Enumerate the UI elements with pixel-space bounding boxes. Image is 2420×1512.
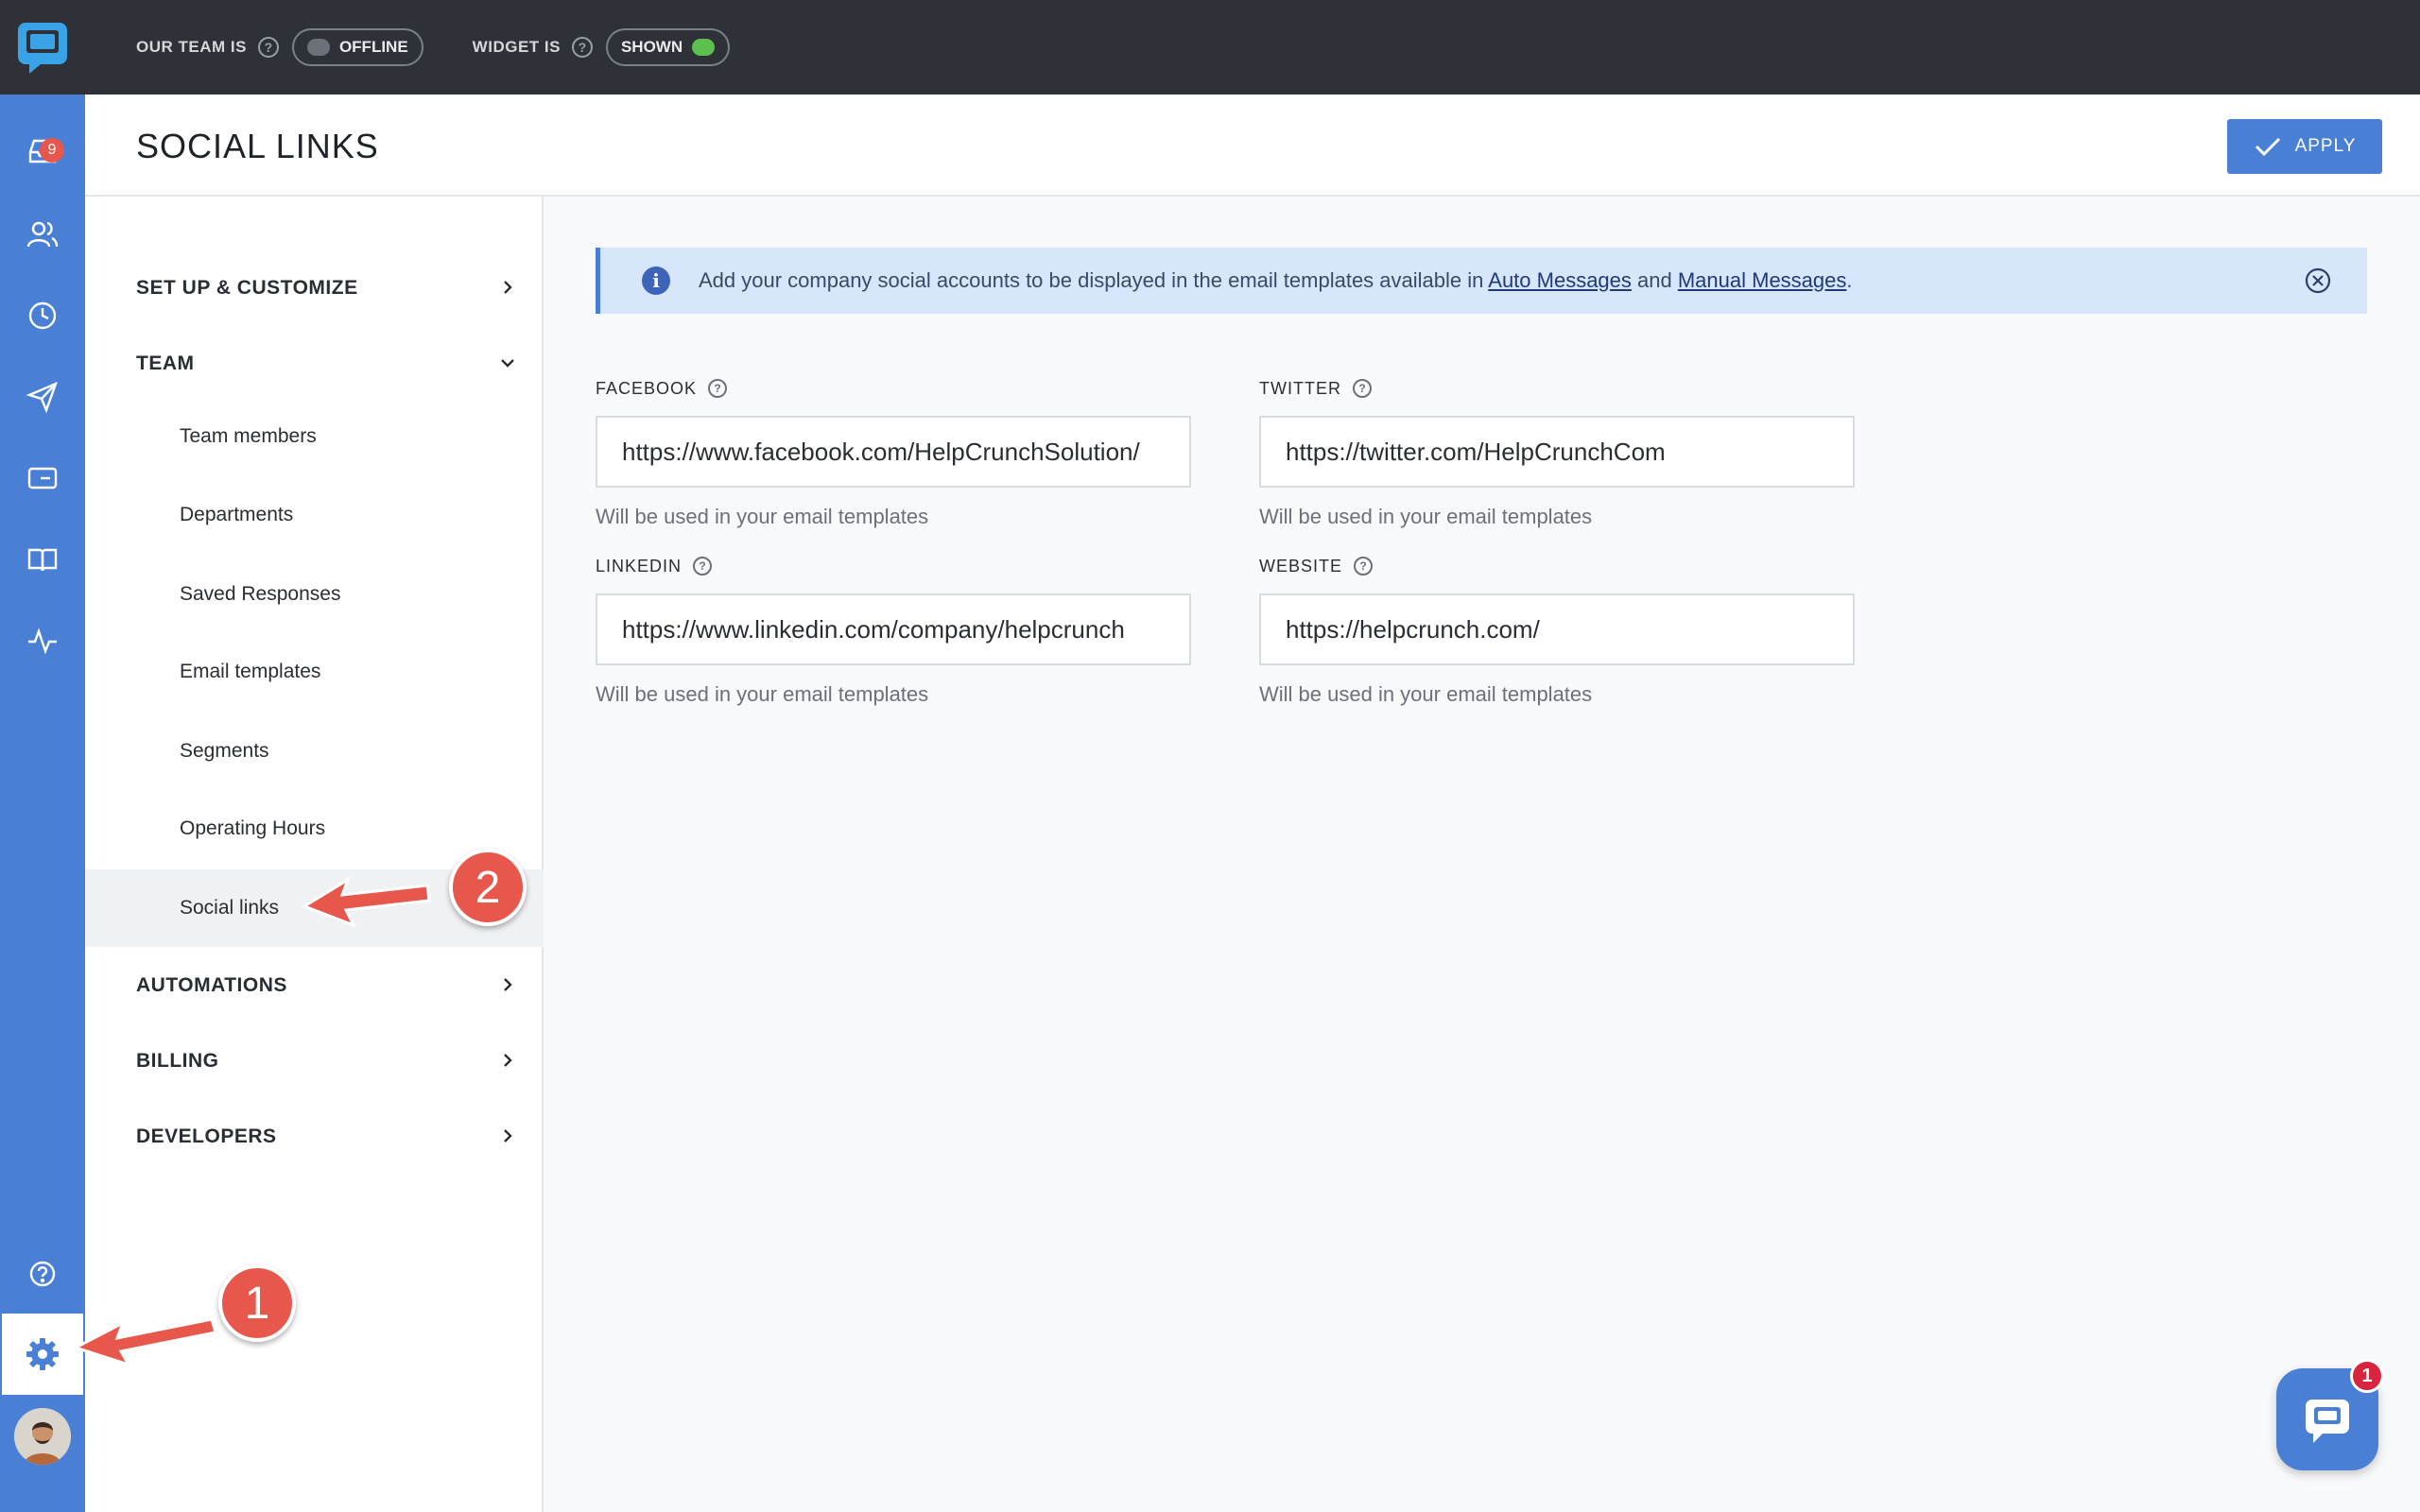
page-header: SOCIAL LINKS APPLY	[85, 94, 2420, 197]
twitter-label-text: TWITTER	[1259, 378, 1341, 398]
website-label: WEBSITE?	[1259, 554, 1855, 578]
toggle-off-indicator	[306, 39, 330, 56]
twitter-field-group: TWITTER? Will be used in your email temp…	[1259, 376, 1855, 529]
twitter-help-text: Will be used in your email templates	[1259, 505, 1593, 528]
section-label: SET UP & CUSTOMIZE	[136, 277, 358, 299]
twitter-input[interactable]	[1259, 416, 1855, 488]
top-bar: OUR TEAM IS ? OFFLINE WIDGET IS ? SHOWN	[85, 0, 2420, 94]
info-banner: i Add your company social accounts to be…	[596, 248, 2367, 314]
chevron-right-icon	[504, 978, 512, 991]
app-logo[interactable]	[0, 0, 85, 94]
main-content: i Add your company social accounts to be…	[544, 197, 2420, 1512]
page-title: SOCIAL LINKS	[136, 127, 379, 165]
facebook-help-icon[interactable]: ?	[708, 379, 728, 398]
team-status-label: OUR TEAM IS	[136, 38, 247, 56]
linkedin-label: LINKEDIN?	[596, 554, 1191, 578]
section-label: BILLING	[136, 1050, 219, 1072]
clock-icon	[28, 301, 57, 330]
website-help-text: Will be used in your email templates	[1259, 682, 1593, 706]
info-icon: i	[642, 266, 670, 295]
chat-logo-icon	[18, 23, 67, 74]
linkedin-field-group: LINKEDIN? Will be used in your email tem…	[596, 554, 1191, 707]
annotation-arrow-1	[72, 1317, 217, 1367]
annotation-step-1: 1	[218, 1264, 296, 1342]
linkedin-input[interactable]	[596, 593, 1191, 665]
chevron-right-icon	[504, 1129, 512, 1143]
linkedin-help-icon[interactable]: ?	[693, 557, 713, 576]
chat-bubble-icon	[2306, 1400, 2349, 1443]
linkedin-label-text: LINKEDIN	[596, 556, 683, 576]
chat-widget-badge: 1	[2350, 1359, 2384, 1393]
widget-button[interactable]	[0, 438, 85, 519]
widget-status-label: WIDGET IS	[472, 38, 561, 56]
section-label: AUTOMATIONS	[136, 974, 287, 996]
close-icon[interactable]	[2305, 267, 2331, 294]
facebook-label-text: FACEBOOK	[596, 378, 698, 398]
apply-button[interactable]: APPLY	[2227, 119, 2382, 174]
reports-button[interactable]	[0, 600, 85, 681]
facebook-input[interactable]	[596, 416, 1191, 488]
knowledge-base-button[interactable]	[0, 519, 85, 600]
avatar-image	[14, 1408, 71, 1465]
annotation-arrow-2	[301, 876, 431, 928]
annotation-step-2: 2	[449, 849, 527, 926]
website-input[interactable]	[1259, 593, 1855, 665]
sidebar-item-saved-responses[interactable]: Saved Responses	[85, 556, 544, 633]
sidebar-item-departments[interactable]: Departments	[85, 476, 544, 554]
widget-icon	[27, 467, 58, 490]
widget-status-toggle[interactable]: SHOWN	[605, 28, 731, 66]
team-status-toggle[interactable]: OFFLINE	[291, 28, 424, 66]
widget-status-help-icon[interactable]: ?	[571, 37, 593, 58]
chevron-down-icon	[501, 359, 514, 368]
website-help-icon[interactable]: ?	[1354, 557, 1374, 576]
auto-messages-link[interactable]: Auto Messages	[1488, 268, 1632, 292]
sidebar-section-developers[interactable]: DEVELOPERS	[85, 1104, 544, 1170]
inbox-badge: 9	[40, 138, 64, 163]
info-banner-text: Add your company social accounts to be d…	[699, 268, 1853, 293]
contacts-button[interactable]	[0, 194, 85, 275]
facebook-field-group: FACEBOOK? Will be used in your email tem…	[596, 376, 1191, 529]
banner-text-start: Add your company social accounts to be d…	[699, 268, 1489, 292]
apply-label: APPLY	[2294, 136, 2357, 156]
sidebar-section-team[interactable]: TEAM	[85, 331, 544, 397]
banner-text-and: and	[1631, 268, 1678, 292]
help-icon	[29, 1261, 56, 1287]
inbox-button[interactable]: 9	[0, 110, 85, 191]
book-icon	[27, 548, 58, 572]
website-field-group: WEBSITE? Will be used in your email temp…	[1259, 554, 1855, 707]
sidebar-item-segments[interactable]: Segments	[85, 713, 544, 790]
team-status-help-icon[interactable]: ?	[257, 37, 279, 58]
twitter-label: TWITTER?	[1259, 376, 1855, 401]
chevron-right-icon	[504, 1054, 512, 1067]
banner-text-period: .	[1846, 268, 1853, 292]
sidebar-item-team-members[interactable]: Team members	[85, 398, 544, 475]
sidebar-section-billing[interactable]: BILLING	[85, 1028, 544, 1094]
messages-button[interactable]	[0, 356, 85, 438]
user-avatar[interactable]	[14, 1408, 71, 1465]
linkedin-help-text: Will be used in your email templates	[596, 682, 929, 706]
toggle-on-indicator	[692, 39, 716, 56]
history-button[interactable]	[0, 275, 85, 356]
send-icon	[26, 381, 59, 414]
sidebar-item-email-templates[interactable]: Email templates	[85, 633, 544, 711]
left-rail: 9	[0, 0, 85, 1512]
team-status-value: OFFLINE	[338, 38, 408, 56]
twitter-help-icon[interactable]: ?	[1352, 379, 1372, 398]
section-label: TEAM	[136, 352, 195, 374]
users-icon	[26, 221, 59, 248]
facebook-help-text: Will be used in your email templates	[596, 505, 929, 528]
section-label: DEVELOPERS	[136, 1125, 277, 1147]
gear-icon	[26, 1338, 59, 1370]
activity-icon	[28, 627, 57, 655]
website-label-text: WEBSITE	[1259, 556, 1343, 576]
sidebar-section-automations[interactable]: AUTOMATIONS	[85, 953, 544, 1019]
facebook-label: FACEBOOK?	[596, 376, 1191, 401]
chevron-right-icon	[504, 281, 512, 294]
sidebar-section-setup[interactable]: SET UP & CUSTOMIZE	[85, 255, 544, 321]
manual-messages-link[interactable]: Manual Messages	[1678, 268, 1847, 292]
checkmark-icon	[2255, 137, 2280, 157]
widget-status-value: SHOWN	[620, 38, 683, 56]
